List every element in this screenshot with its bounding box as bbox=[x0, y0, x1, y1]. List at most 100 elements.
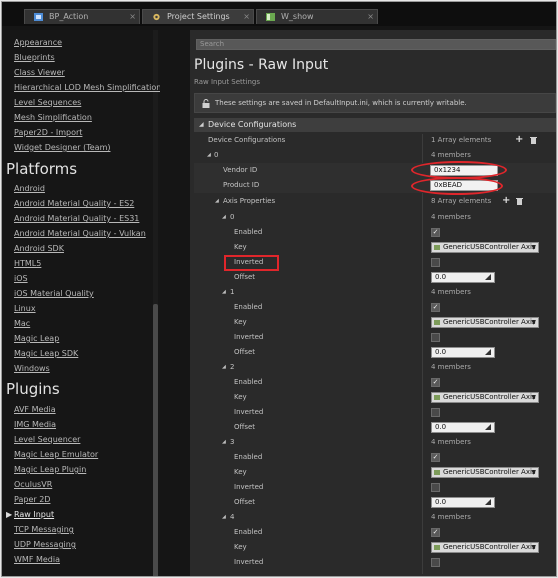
collapse-arrow-icon[interactable]: ◢ bbox=[207, 152, 211, 158]
trash-icon[interactable] bbox=[530, 136, 537, 144]
sidebar-item[interactable]: Magic Leap bbox=[14, 334, 59, 343]
vendor-id-field[interactable]: 0x1234 bbox=[430, 165, 498, 176]
sidebar-item[interactable]: Mesh Simplification bbox=[14, 113, 92, 122]
collapse-arrow-icon: ◢ bbox=[199, 121, 204, 128]
product-id-field[interactable]: 0xBEAD bbox=[430, 180, 498, 191]
sidebar-item[interactable]: WMF Media bbox=[14, 555, 60, 564]
sidebar-item[interactable]: Magic Leap Plugin bbox=[14, 465, 86, 474]
sidebar-item[interactable]: Android bbox=[14, 184, 45, 193]
sidebar-item[interactable]: UDP Messaging bbox=[14, 540, 76, 549]
tab-bp-action[interactable]: BP_Action × bbox=[24, 9, 140, 24]
sidebar-item[interactable]: OculusVR bbox=[14, 480, 52, 489]
sidebar-item[interactable]: Mac bbox=[14, 319, 30, 328]
enabled-checkbox[interactable]: ✓ bbox=[431, 528, 440, 537]
resize-handle-icon[interactable] bbox=[485, 274, 491, 280]
offset-input[interactable]: 0.0 bbox=[431, 497, 495, 508]
key-dropdown[interactable]: GenericUSBController Axis 3 ▼ bbox=[431, 392, 539, 403]
search-input[interactable]: Search bbox=[196, 39, 556, 50]
sidebar-item[interactable]: Paper 2D bbox=[14, 495, 50, 504]
axis-row-inverted: Inverted bbox=[194, 255, 556, 270]
sidebar-item[interactable]: Level Sequencer bbox=[14, 435, 80, 444]
sidebar-item[interactable]: IMG Media bbox=[14, 420, 56, 429]
key-dropdown[interactable]: GenericUSBController Axis 1 ▼ bbox=[431, 242, 539, 253]
offset-input[interactable]: 0.0 bbox=[431, 272, 495, 283]
resize-handle-icon[interactable] bbox=[485, 349, 491, 355]
sidebar-item[interactable]: Magic Leap Emulator bbox=[14, 450, 98, 459]
property-label: Enabled bbox=[234, 528, 263, 536]
collapse-arrow-icon[interactable]: ◢ bbox=[222, 439, 226, 445]
property-label: Product ID bbox=[223, 181, 260, 189]
axis-row-offset: Offset 0.0 bbox=[194, 345, 556, 360]
sidebar-item[interactable]: TCP Messaging bbox=[14, 525, 74, 534]
plus-icon[interactable]: + bbox=[515, 134, 523, 145]
sidebar-item[interactable]: iOS bbox=[14, 274, 28, 283]
key-icon bbox=[434, 245, 440, 250]
sidebar-item[interactable]: Android Material Quality - ES31 bbox=[14, 214, 139, 223]
sidebar-item[interactable]: iOS Material Quality bbox=[14, 289, 94, 298]
trash-icon[interactable] bbox=[516, 197, 523, 205]
editor-window: BP_Action × Project Settings × W_show × … bbox=[1, 1, 557, 577]
property-label: Inverted bbox=[234, 558, 264, 566]
scrollbar-thumb[interactable] bbox=[153, 304, 158, 576]
enabled-checkbox[interactable]: ✓ bbox=[431, 378, 440, 387]
close-icon[interactable]: × bbox=[129, 10, 136, 24]
sidebar-item[interactable]: Windows bbox=[14, 364, 50, 373]
inverted-checkbox[interactable] bbox=[431, 333, 440, 342]
offset-input[interactable]: 0.0 bbox=[431, 422, 495, 433]
sidebar-item[interactable]: Class Viewer bbox=[14, 68, 65, 77]
array-index: 0 bbox=[214, 151, 219, 159]
axis-row-inverted: Inverted bbox=[194, 330, 556, 345]
inverted-checkbox[interactable] bbox=[431, 408, 440, 417]
property-label: Offset bbox=[234, 273, 256, 281]
tab-w-show[interactable]: W_show × bbox=[256, 9, 378, 24]
close-icon[interactable]: × bbox=[243, 10, 250, 24]
collapse-arrow-icon[interactable]: ◢ bbox=[222, 364, 226, 370]
member-count: 4 members bbox=[431, 438, 471, 446]
resize-handle-icon[interactable] bbox=[485, 499, 491, 505]
enabled-checkbox[interactable]: ✓ bbox=[431, 303, 440, 312]
key-dropdown[interactable]: GenericUSBController Axis 5 ▼ bbox=[431, 542, 539, 553]
axis-row-index: ◢ 0 4 members bbox=[194, 210, 556, 225]
sidebar-item[interactable]: Blueprints bbox=[14, 53, 55, 62]
array-index: 3 bbox=[230, 438, 235, 446]
inverted-checkbox[interactable] bbox=[431, 483, 440, 492]
collapse-arrow-icon[interactable]: ◢ bbox=[222, 214, 226, 220]
enabled-checkbox[interactable]: ✓ bbox=[431, 453, 440, 462]
tab-project-settings[interactable]: Project Settings × bbox=[142, 9, 254, 24]
sidebar-item[interactable]: Magic Leap SDK bbox=[14, 349, 78, 358]
sidebar-item[interactable]: Paper2D - Import bbox=[14, 128, 82, 137]
sidebar-item[interactable]: Android SDK bbox=[14, 244, 64, 253]
gear-icon bbox=[153, 13, 160, 21]
axis-row-enabled: Enabled ✓ bbox=[194, 525, 556, 540]
sidebar-item[interactable]: AVF Media bbox=[14, 405, 56, 414]
section-device-configurations[interactable]: ◢ Device Configurations bbox=[194, 118, 556, 132]
sidebar-item[interactable]: Linux bbox=[14, 304, 36, 313]
selected-arrow-icon: ▶ bbox=[6, 510, 13, 519]
tab-label: W_show bbox=[281, 12, 314, 21]
resize-handle-icon[interactable] bbox=[485, 424, 491, 430]
key-dropdown[interactable]: GenericUSBController Axis 4 ▼ bbox=[431, 467, 539, 478]
close-icon[interactable]: × bbox=[367, 10, 374, 24]
sidebar-item[interactable]: Widget Designer (Team) bbox=[14, 143, 110, 152]
axis-row-key: Key GenericUSBController Axis 1 ▼ bbox=[194, 240, 556, 255]
collapse-arrow-icon[interactable]: ◢ bbox=[215, 198, 219, 204]
sidebar-item[interactable]: Hierarchical LOD Mesh Simplification bbox=[14, 83, 160, 92]
inverted-checkbox[interactable] bbox=[431, 258, 440, 267]
sidebar-item[interactable]: Level Sequences bbox=[14, 98, 81, 107]
offset-input[interactable]: 0.0 bbox=[431, 347, 495, 358]
inverted-checkbox[interactable] bbox=[431, 558, 440, 567]
property-label: Vendor ID bbox=[223, 166, 258, 174]
collapse-arrow-icon[interactable]: ◢ bbox=[222, 289, 226, 295]
enabled-checkbox[interactable]: ✓ bbox=[431, 228, 440, 237]
sidebar-item[interactable]: HTML5 bbox=[14, 259, 41, 268]
axis-row-offset: Offset 0.0 bbox=[194, 420, 556, 435]
key-dropdown[interactable]: GenericUSBController Axis 2 ▼ bbox=[431, 317, 539, 328]
collapse-arrow-icon[interactable]: ◢ bbox=[222, 514, 226, 520]
sidebar-item-raw-input[interactable]: ▶ Raw Input bbox=[6, 510, 54, 519]
sidebar-item[interactable]: Android Material Quality - Vulkan bbox=[14, 229, 146, 238]
plus-icon[interactable]: + bbox=[502, 195, 510, 206]
axis-row-enabled: Enabled ✓ bbox=[194, 375, 556, 390]
sidebar-item[interactable]: Appearance bbox=[14, 38, 62, 47]
property-row-vendor-id: Vendor ID 0x1234 bbox=[194, 163, 556, 178]
sidebar-item[interactable]: Android Material Quality - ES2 bbox=[14, 199, 134, 208]
